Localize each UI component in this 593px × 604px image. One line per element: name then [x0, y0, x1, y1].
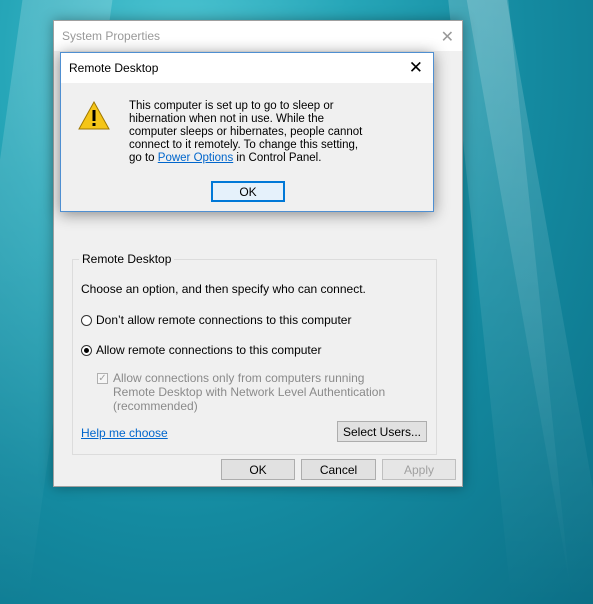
cancel-button[interactable]: Cancel — [301, 459, 376, 480]
dialog-message: This computer is set up to go to sleep o… — [129, 100, 364, 165]
dialog-title: Remote Desktop — [69, 61, 159, 75]
close-icon[interactable]: ✕ — [441, 27, 454, 47]
nla-checkbox[interactable]: ✓ Allow connections only from computers … — [97, 371, 393, 413]
instruction-text: Choose an option, and then specify who c… — [81, 282, 366, 296]
remote-desktop-dialog: Remote Desktop ✕ This computer is set up… — [60, 52, 434, 212]
system-properties-titlebar[interactable]: System Properties ✕ — [54, 21, 462, 51]
ok-button[interactable]: OK — [221, 459, 295, 480]
radio-deny-remote[interactable]: Don’t allow remote connections to this c… — [81, 313, 351, 327]
radio-label: Allow remote connections to this compute… — [96, 343, 322, 357]
dialog-message-text-end: in Control Panel. — [233, 152, 322, 164]
select-users-button[interactable]: Select Users... — [337, 421, 427, 442]
radio-label: Don’t allow remote connections to this c… — [96, 313, 352, 327]
close-icon[interactable]: ✕ — [409, 58, 423, 78]
radio-button-selected[interactable] — [81, 344, 92, 356]
power-options-link[interactable]: Power Options — [158, 152, 233, 164]
dialog-body: This computer is set up to go to sleep o… — [61, 83, 433, 211]
checkbox-checked-icon[interactable]: ✓ — [97, 373, 108, 384]
radio-allow-remote[interactable]: Allow remote connections to this compute… — [81, 343, 321, 357]
apply-button[interactable]: Apply — [382, 459, 456, 480]
radio-button[interactable] — [81, 314, 92, 326]
window-title: System Properties — [62, 29, 161, 43]
groupbox-legend: Remote Desktop — [79, 252, 175, 266]
dialog-titlebar[interactable]: Remote Desktop ✕ — [61, 53, 433, 83]
help-me-choose-link[interactable]: Help me choose — [81, 426, 168, 440]
warning-icon — [78, 101, 110, 130]
remote-desktop-groupbox: Remote Desktop Choose an option, and the… — [72, 252, 437, 455]
dialog-ok-button[interactable]: OK — [211, 181, 285, 202]
checkbox-label: Allow connections only from computers ru… — [113, 371, 386, 413]
